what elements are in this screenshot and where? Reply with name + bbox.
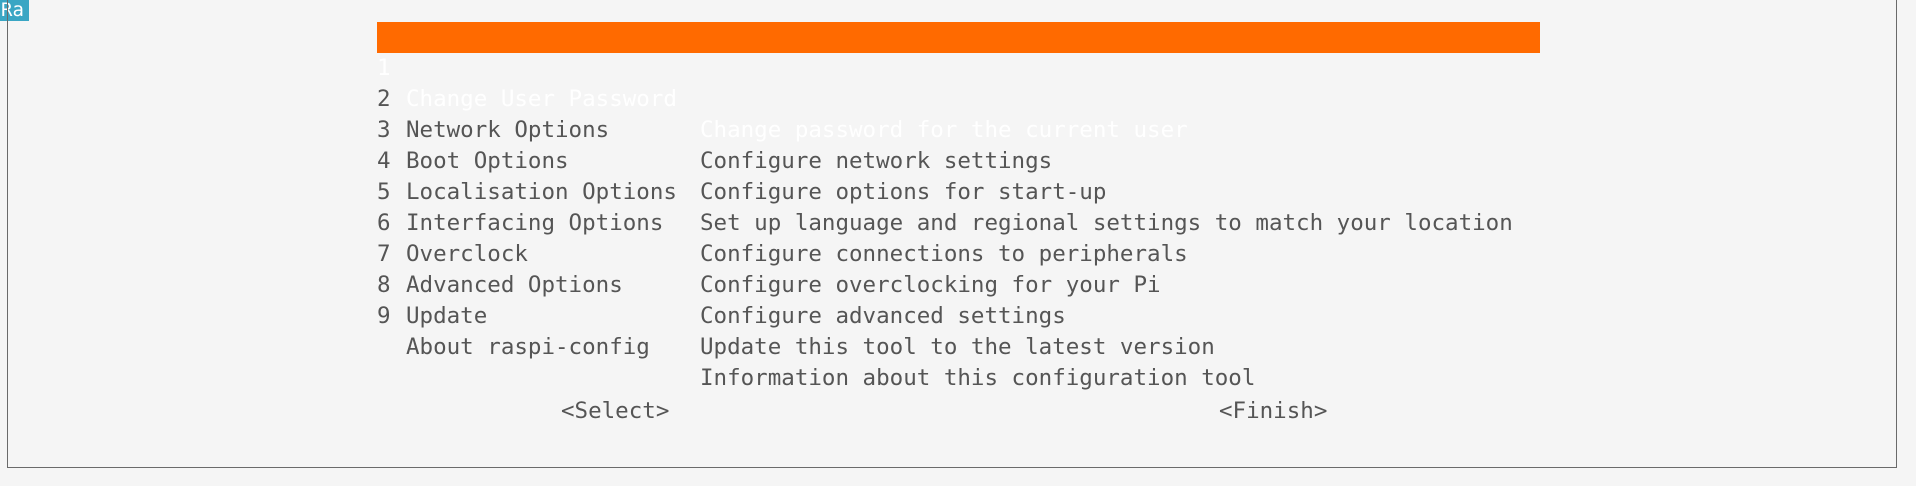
menu-item-description: Configure advanced settings [700, 303, 1066, 329]
menu-item-about-raspi-config[interactable]: 9 About raspi-config Information about t… [377, 270, 1540, 391]
menu-item-advanced-options[interactable]: 7 Advanced Options Configure advanced se… [377, 208, 1540, 329]
main-menu: 1 Change User Password Change password f… [377, 22, 1540, 391]
menu-item-name: About raspi-config [406, 334, 650, 360]
menu-item-description: Information about this configuration too… [700, 365, 1256, 391]
menu-item-description: Update this tool to the latest version [700, 334, 1215, 360]
select-button[interactable]: <Select> [561, 397, 669, 425]
menu-item-boot-options[interactable]: 3 Boot Options Configure options for sta… [377, 84, 1540, 205]
menu-item-localisation-options[interactable]: 4 Localisation Options Set up language a… [377, 115, 1540, 236]
menu-item-number: 9 [377, 303, 391, 329]
menu-item-overclock[interactable]: 6 Overclock Configure overclocking for y… [377, 177, 1540, 298]
menu-item-interfacing-options[interactable]: 5 Interfacing Options Configure connecti… [377, 146, 1540, 267]
menu-item-change-user-password[interactable]: 1 Change User Password Change password f… [377, 22, 1540, 143]
menu-item-network-options[interactable]: 2 Network Options Configure network sett… [377, 53, 1540, 174]
finish-button[interactable]: <Finish> [1219, 397, 1327, 425]
menu-item-update[interactable]: 8 Update Update this tool to the latest … [377, 239, 1540, 360]
